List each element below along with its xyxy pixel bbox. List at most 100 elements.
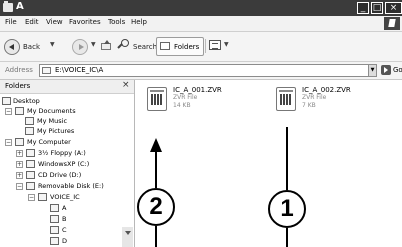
pictures-folder-icon bbox=[25, 127, 34, 135]
folder-icon bbox=[50, 215, 59, 223]
views-icon[interactable] bbox=[209, 40, 221, 50]
tree-item-removable-disk[interactable]: − Removable Disk (E:) bbox=[16, 182, 132, 192]
menu-edit[interactable]: Edit bbox=[25, 18, 39, 26]
file-size: 7 KB bbox=[302, 102, 316, 109]
toolbar: Back ▼ ▼ Search Folders ▼ bbox=[0, 32, 402, 62]
menu-favorites[interactable]: Favorites bbox=[69, 18, 101, 26]
close-icon[interactable]: × bbox=[122, 80, 130, 90]
drive-folder-icon bbox=[42, 67, 51, 74]
menu-bar: File Edit View Favorites Tools Help bbox=[0, 16, 402, 32]
file-size: 14 KB bbox=[173, 102, 191, 109]
tree-item-windowsxp[interactable]: + WindowsXP (C:) bbox=[16, 160, 132, 170]
explorer-window: A _ □ × File Edit View Favorites Tools H… bbox=[0, 0, 402, 247]
tree-item-desktop[interactable]: Desktop bbox=[2, 97, 132, 107]
callout-line-1-lower bbox=[286, 228, 288, 247]
go-arrow-icon[interactable] bbox=[381, 65, 391, 75]
folders-pane: Folders × Desktop − My Documents My Musi… bbox=[0, 80, 135, 247]
file-name: IC_A_001.ZVR bbox=[173, 86, 222, 94]
tree-item-label: My Computer bbox=[27, 138, 71, 146]
tree-item-label: CD Drive (D:) bbox=[38, 171, 82, 179]
file-list: IC_A_001.ZVR ZVR File 14 KB IC_A_002.ZVR… bbox=[135, 80, 402, 247]
callout-line-2-upper bbox=[155, 150, 157, 188]
expand-icon[interactable]: + bbox=[16, 150, 23, 157]
window-title: A bbox=[16, 1, 24, 12]
file-item[interactable]: IC_A_002.ZVR ZVR File 7 KB bbox=[276, 84, 386, 124]
go-button[interactable]: Go bbox=[393, 66, 402, 74]
menu-file[interactable]: File bbox=[5, 18, 17, 26]
forward-dropdown-icon[interactable]: ▼ bbox=[91, 41, 96, 48]
file-type: ZVR File bbox=[302, 94, 327, 101]
search-button[interactable]: Search bbox=[133, 43, 157, 51]
tree-item-b[interactable]: B bbox=[50, 215, 132, 225]
folder-icon bbox=[50, 204, 59, 212]
tree-item-label: Removable Disk (E:) bbox=[38, 182, 104, 190]
cd-drive-icon bbox=[26, 171, 35, 179]
callout-1: 1 bbox=[268, 190, 306, 228]
maximize-button[interactable]: □ bbox=[371, 2, 383, 14]
menu-tools[interactable]: Tools bbox=[108, 18, 125, 26]
address-dropdown-icon[interactable]: ▼ bbox=[368, 64, 377, 77]
windows-logo-icon bbox=[384, 17, 400, 30]
file-item[interactable]: IC_A_001.ZVR ZVR File 14 KB bbox=[147, 84, 257, 124]
file-name: IC_A_002.ZVR bbox=[302, 86, 351, 94]
folders-pane-header: Folders × bbox=[0, 80, 134, 94]
tree-item-label: D bbox=[62, 237, 68, 245]
folder-icon bbox=[38, 193, 47, 201]
address-path: E:\VOICE_IC\A bbox=[55, 66, 104, 74]
tree-item-voice-ic[interactable]: − VOICE_IC bbox=[28, 193, 132, 203]
zvr-file-icon bbox=[147, 87, 167, 111]
music-folder-icon bbox=[25, 117, 34, 125]
search-icon[interactable] bbox=[118, 39, 130, 51]
tree-item-my-documents[interactable]: − My Documents bbox=[5, 107, 132, 117]
file-type: ZVR File bbox=[173, 94, 198, 101]
menu-view[interactable]: View bbox=[46, 18, 63, 26]
address-label: Address bbox=[5, 66, 33, 74]
folder-icon bbox=[50, 237, 59, 245]
tree-item-my-computer[interactable]: − My Computer bbox=[5, 138, 132, 148]
close-button[interactable]: × bbox=[385, 2, 402, 14]
collapse-icon[interactable]: − bbox=[5, 139, 12, 146]
address-input[interactable]: E:\VOICE_IC\A bbox=[39, 64, 372, 77]
computer-icon bbox=[15, 138, 24, 146]
tree-item-d[interactable]: D bbox=[50, 237, 122, 247]
desktop-icon bbox=[2, 97, 11, 105]
tree-item-label: A bbox=[62, 204, 67, 212]
tree-item-cd-drive[interactable]: + CD Drive (D:) bbox=[16, 171, 132, 181]
folders-button-label: Folders bbox=[174, 43, 200, 51]
folders-icon bbox=[160, 42, 170, 50]
back-arrow-icon[interactable] bbox=[4, 39, 20, 55]
expand-icon[interactable]: + bbox=[16, 161, 23, 168]
removable-disk-icon bbox=[26, 182, 35, 190]
scroll-down-icon[interactable] bbox=[122, 227, 133, 247]
views-dropdown-icon[interactable]: ▼ bbox=[224, 41, 229, 48]
callout-2: 2 bbox=[137, 188, 175, 226]
tree-item-c[interactable]: C bbox=[50, 226, 132, 236]
menu-help[interactable]: Help bbox=[131, 18, 147, 26]
callout-line-1-upper bbox=[286, 127, 288, 190]
back-dropdown-icon[interactable]: ▼ bbox=[50, 41, 55, 48]
documents-icon bbox=[15, 107, 24, 115]
folder-icon bbox=[3, 1, 13, 12]
tree-item-label: My Documents bbox=[27, 107, 76, 115]
tree-item-label: B bbox=[62, 215, 67, 223]
title-bar[interactable]: A _ □ × bbox=[0, 0, 402, 16]
collapse-icon[interactable]: − bbox=[16, 183, 23, 190]
tree-item-label: WindowsXP (C:) bbox=[38, 160, 90, 168]
tree-item-my-music[interactable]: My Music bbox=[25, 117, 132, 127]
collapse-icon[interactable]: − bbox=[28, 194, 35, 201]
expand-icon[interactable]: + bbox=[16, 172, 23, 179]
tree-item-label: Desktop bbox=[13, 97, 40, 105]
floppy-drive-icon bbox=[26, 149, 35, 157]
up-folder-icon[interactable] bbox=[101, 40, 111, 51]
folder-icon bbox=[50, 226, 59, 234]
tree-item-my-pictures[interactable]: My Pictures bbox=[25, 127, 132, 137]
zvr-file-icon bbox=[276, 87, 296, 111]
tree-item-a[interactable]: A bbox=[50, 204, 132, 214]
tree-item-label: C bbox=[62, 226, 67, 234]
minimize-button[interactable]: _ bbox=[357, 2, 369, 14]
collapse-icon[interactable]: − bbox=[5, 108, 12, 115]
folders-button[interactable]: Folders bbox=[156, 37, 204, 56]
back-button[interactable]: Back bbox=[23, 43, 40, 51]
tree-item-floppy[interactable]: + 3½ Floppy (A:) bbox=[16, 149, 132, 159]
forward-arrow-icon[interactable] bbox=[72, 39, 88, 55]
